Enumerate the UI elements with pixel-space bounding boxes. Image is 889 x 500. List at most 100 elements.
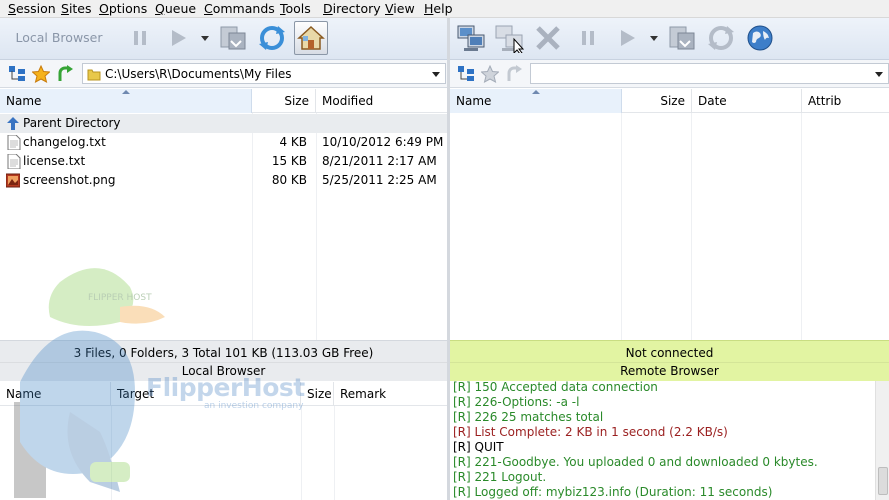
log-line: [R] List Complete: 2 KB in 1 second (2.2… (453, 425, 728, 439)
local-toolbar: Local Browser (0, 18, 447, 60)
remote-status-title: Remote Browser (450, 362, 889, 379)
watermark-sub-text: an investion company (204, 401, 304, 411)
column-divider (301, 406, 302, 500)
tree-view-icon[interactable] (457, 65, 475, 83)
menu-commands[interactable]: Commands (204, 1, 275, 17)
remote-pause-button[interactable] (571, 21, 605, 55)
log-line: [R] 226 25 matches total (453, 410, 604, 424)
log-scrollbar[interactable] (875, 381, 889, 500)
up-directory-icon[interactable] (505, 65, 523, 83)
tree-view-icon[interactable] (8, 65, 26, 83)
play-icon (172, 30, 186, 46)
chevron-down-icon (432, 72, 440, 77)
remote-path-dropdown[interactable] (530, 63, 889, 84)
menu-help[interactable]: Help (424, 1, 453, 17)
home-button[interactable] (294, 21, 328, 55)
pause-icon (134, 31, 146, 45)
remote-list-header: Name Size Date Attrib (450, 89, 889, 113)
refresh-button[interactable] (255, 21, 289, 55)
session-log[interactable]: [R] 150 Accepted data connection [R] 226… (450, 381, 875, 500)
column-divider (334, 406, 335, 500)
file-row[interactable]: screenshot.png 80 KB 5/25/2011 2:25 AM (0, 171, 447, 190)
log-line: [R] QUIT (453, 440, 504, 454)
sort-ascending-icon (122, 90, 130, 94)
menu-options[interactable]: Options (99, 1, 147, 17)
column-divider (691, 113, 692, 340)
column-divider (621, 113, 622, 340)
remote-status-connection: Not connected (625, 346, 714, 360)
remote-home-button[interactable] (743, 21, 777, 55)
menu-bar: Session Sites Options Queue Commands Too… (0, 0, 889, 18)
remote-sync-browse-button[interactable] (665, 21, 699, 55)
refresh-icon (259, 26, 285, 50)
parent-directory-row[interactable]: Parent Directory (0, 114, 447, 133)
transfer-dropdown-icon[interactable] (201, 36, 209, 41)
local-col-size[interactable]: Size (252, 89, 316, 113)
sort-ascending-icon (532, 90, 540, 94)
pause-icon (582, 31, 594, 45)
home-icon (297, 25, 325, 50)
folder-icon (87, 69, 101, 81)
local-path-dropdown[interactable]: C:\Users\R\Documents\My Files (82, 63, 446, 84)
computer-icon (495, 25, 524, 53)
log-line: [R] 221-Goodbye. You uploaded 0 and down… (453, 455, 818, 469)
menu-queue[interactable]: Queue (155, 1, 196, 17)
remote-transfer-button[interactable] (610, 21, 644, 55)
remote-col-attrib[interactable]: Attrib (802, 89, 889, 113)
local-list-header: Name Size Modified (0, 89, 447, 113)
remote-transfer-dropdown-icon[interactable] (650, 36, 658, 41)
remote-col-size[interactable]: Size (622, 89, 692, 113)
local-path-bar: C:\Users\R\Documents\My Files (0, 60, 447, 88)
chevron-down-icon (875, 72, 883, 77)
up-arrow-icon (7, 117, 19, 130)
remote-col-date[interactable]: Date (692, 89, 802, 113)
local-col-modified[interactable]: Modified (316, 89, 447, 113)
refresh-icon (708, 26, 734, 50)
local-browser-button[interactable]: Local Browser (2, 22, 116, 54)
close-icon (536, 26, 560, 50)
menu-directory[interactable]: Directory (323, 1, 381, 17)
file-row[interactable]: changelog.txt 4 KB 10/10/2012 6:49 PM (0, 133, 447, 152)
remote-path-bar (450, 60, 889, 88)
transfer-queue-list (0, 406, 447, 500)
globe-icon (747, 25, 773, 51)
log-line: [R] Logged off: mybiz123.info (Duration:… (453, 485, 773, 499)
play-icon (621, 30, 635, 46)
menu-sites[interactable]: Sites (61, 1, 92, 17)
favorites-star-icon[interactable] (481, 65, 499, 83)
watermark-brand-text: FlipperHost (146, 373, 305, 402)
local-path-text: C:\Users\R\Documents\My Files (105, 67, 292, 81)
image-file-icon (6, 173, 20, 188)
file-row[interactable]: license.txt 15 KB 8/21/2011 2:17 AM (0, 152, 447, 171)
queue-col-name[interactable]: Name (0, 382, 111, 406)
queue-col-size[interactable]: Size (301, 382, 334, 406)
column-divider (801, 113, 802, 340)
reconnect-button[interactable] (492, 21, 526, 55)
pause-button[interactable] (123, 21, 157, 55)
menu-view[interactable]: View (385, 1, 415, 17)
up-directory-icon[interactable] (56, 65, 74, 83)
log-line: [R] 150 Accepted data connection (453, 381, 658, 394)
menu-session[interactable]: Session (8, 1, 56, 17)
sync-browse-button[interactable] (216, 21, 250, 55)
scrollbar-thumb[interactable] (878, 467, 888, 495)
local-status-summary: 3 Files, 0 Folders, 3 Total 101 KB (113.… (73, 346, 374, 360)
connect-computer-icon (457, 25, 485, 51)
folder-sync-icon (220, 26, 246, 50)
menu-tools[interactable]: Tools (280, 1, 311, 17)
local-file-list: Parent Directory changelog.txt 4 KB 10/1… (0, 113, 447, 340)
log-line: [R] 221 Logout. (453, 470, 547, 484)
text-file-icon (7, 154, 21, 169)
transfer-button[interactable] (161, 21, 195, 55)
folder-sync-icon (669, 26, 695, 50)
log-line: [R] 226-Options: -a -l (453, 395, 580, 409)
remote-file-list (450, 113, 889, 340)
queue-col-remark[interactable]: Remark (334, 382, 447, 406)
text-file-icon (7, 135, 21, 150)
remote-toolbar (450, 18, 889, 60)
remote-refresh-button[interactable] (704, 21, 738, 55)
remote-status-bar: Not connected Remote Browser (450, 340, 889, 381)
connect-button[interactable] (454, 21, 488, 55)
disconnect-button[interactable] (531, 21, 565, 55)
favorites-star-icon[interactable] (32, 65, 50, 83)
